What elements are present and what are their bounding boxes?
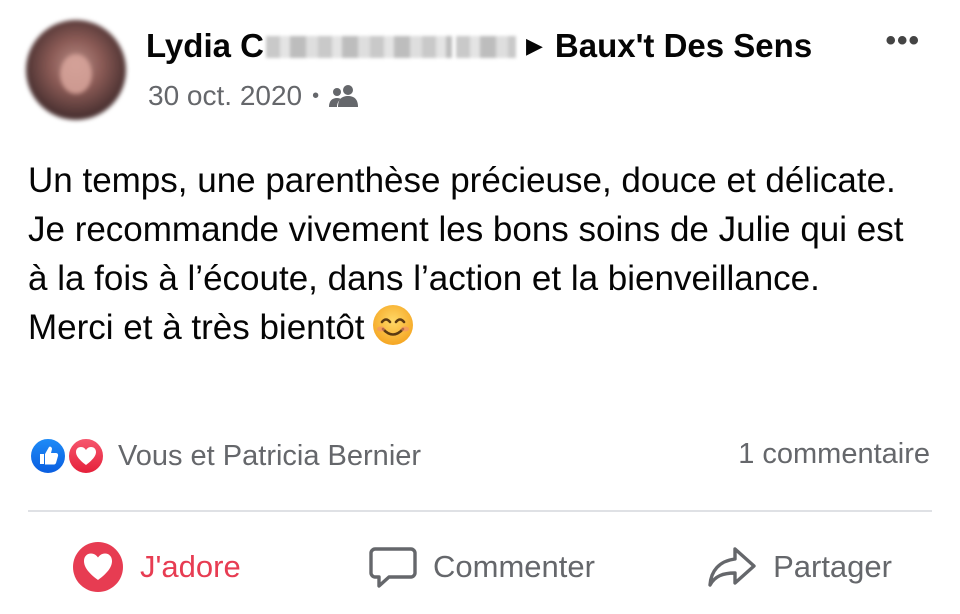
post-paragraph-closing: Merci et à très bientôt — [28, 303, 928, 352]
comment-button[interactable]: Commenter — [345, 528, 618, 606]
like-icon — [28, 436, 68, 476]
author-avatar[interactable] — [26, 20, 126, 120]
comment-label: Commenter — [433, 549, 595, 584]
post-actions: J'adore Commenter Partager — [28, 528, 932, 606]
smiling-face-emoji-icon — [372, 305, 413, 345]
post-paragraph: Un temps, une parenthèse précieuse, douc… — [28, 161, 904, 298]
friends-icon — [329, 85, 359, 107]
more-options-icon[interactable]: ••• — [885, 26, 920, 56]
redacted-surname-part — [455, 36, 516, 58]
meta-separator: • — [312, 84, 320, 107]
reaction-names[interactable]: Vous et Patricia Bernier — [118, 440, 421, 473]
post-header: Lydia C ▶ Baux't Des Sens — [146, 26, 812, 66]
page-name-link[interactable]: Baux't Des Sens — [555, 27, 812, 65]
closing-text: Merci et à très bientôt — [28, 308, 365, 347]
share-label: Partager — [773, 549, 892, 584]
love-reaction-icon — [73, 542, 123, 592]
facebook-post: Lydia C ▶ Baux't Des Sens 30 oct. 2020 •… — [0, 0, 960, 614]
share-arrow-icon — [708, 547, 756, 587]
comment-count[interactable]: 1 commentaire — [738, 438, 930, 471]
reaction-summary[interactable]: Vous et Patricia Bernier — [28, 436, 421, 476]
post-body: Un temps, une parenthèse précieuse, douc… — [28, 156, 928, 352]
redacted-surname — [265, 36, 452, 58]
comment-bubble-icon — [369, 547, 417, 588]
adore-label: J'adore — [140, 549, 241, 584]
posted-to-arrow-icon: ▶ — [525, 33, 543, 58]
post-meta: 30 oct. 2020 • — [148, 80, 359, 112]
share-button[interactable]: Partager — [619, 528, 932, 606]
author-name[interactable]: Lydia C — [146, 27, 264, 65]
divider — [28, 510, 932, 512]
post-date[interactable]: 30 oct. 2020 — [148, 80, 302, 112]
adore-button[interactable]: J'adore — [28, 528, 345, 606]
reaction-icons — [28, 436, 110, 476]
love-icon — [66, 436, 106, 476]
